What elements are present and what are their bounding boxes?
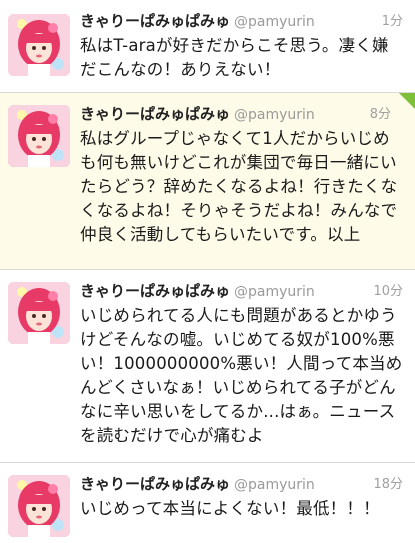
tweet-text: 私はT-araが好きだからこそ思う。凄く嫌だこんなの！ありえない！ — [80, 36, 389, 79]
tweet-text: いじめられてる人にも問題があるとかゆうけどそんなの嘘。いじめてる奴が100%悪い… — [80, 306, 403, 445]
tweet-text: 私はグループじゃなくて1人だからいじめも何も無いけどこれが集団で毎日一緒にいたら… — [80, 129, 398, 244]
tweet-timestamp[interactable]: 8分 — [370, 106, 391, 124]
tweet-header: きゃりーぱみゅぱみゅ @pamyurin — [80, 475, 315, 494]
tweet-timestamp[interactable]: 1分 — [382, 13, 403, 31]
user-handle[interactable]: @pamyurin — [234, 284, 315, 300]
user-handle[interactable]: @pamyurin — [234, 14, 315, 30]
user-handle[interactable]: @pamyurin — [234, 477, 315, 493]
tweet-item[interactable]: きゃりーぱみゅぱみゅ @pamyurin 1分 私はT-araが好きだからこそ思う… — [0, 0, 415, 92]
tweet-header: きゃりーぱみゅぱみゅ @pamyurin — [80, 282, 315, 301]
display-name[interactable]: きゃりーぱみゅぱみゅ — [80, 12, 230, 30]
tweet-timestamp[interactable]: 10分 — [373, 283, 403, 301]
profile-avatar-icon[interactable] — [8, 475, 70, 537]
tweet-timeline: きゃりーぱみゅぱみゅ @pamyurin 1分 私はT-araが好きだからこそ思う… — [0, 0, 415, 543]
tweet-timestamp[interactable]: 18分 — [373, 476, 403, 494]
corner-badge-icon — [399, 93, 415, 109]
tweet-item[interactable]: きゃりーぱみゅぱみゅ @pamyurin 18分 いじめって本当によくない！最低！… — [0, 463, 415, 543]
display-name[interactable]: きゃりーぱみゅぱみゅ — [80, 282, 230, 300]
profile-avatar-icon[interactable] — [8, 14, 70, 76]
profile-avatar-icon[interactable] — [8, 105, 70, 167]
tweet-item[interactable]: きゃりーぱみゅぱみゅ @pamyurin 10分 いじめられてる人にも問題があると… — [0, 270, 415, 462]
tweet-text: いじめって本当によくない！最低！！！ — [80, 499, 380, 518]
tweet-header: きゃりーぱみゅぱみゅ @pamyurin — [80, 105, 315, 124]
tweet-header: きゃりーぱみゅぱみゅ @pamyurin — [80, 12, 315, 31]
display-name[interactable]: きゃりーぱみゅぱみゅ — [80, 475, 230, 493]
profile-avatar-icon[interactable] — [8, 282, 70, 344]
tweet-item[interactable]: きゃりーぱみゅぱみゅ @pamyurin 8分 私はグループじゃなくて1人だからい… — [0, 93, 415, 269]
display-name[interactable]: きゃりーぱみゅぱみゅ — [80, 105, 230, 123]
user-handle[interactable]: @pamyurin — [234, 107, 315, 123]
